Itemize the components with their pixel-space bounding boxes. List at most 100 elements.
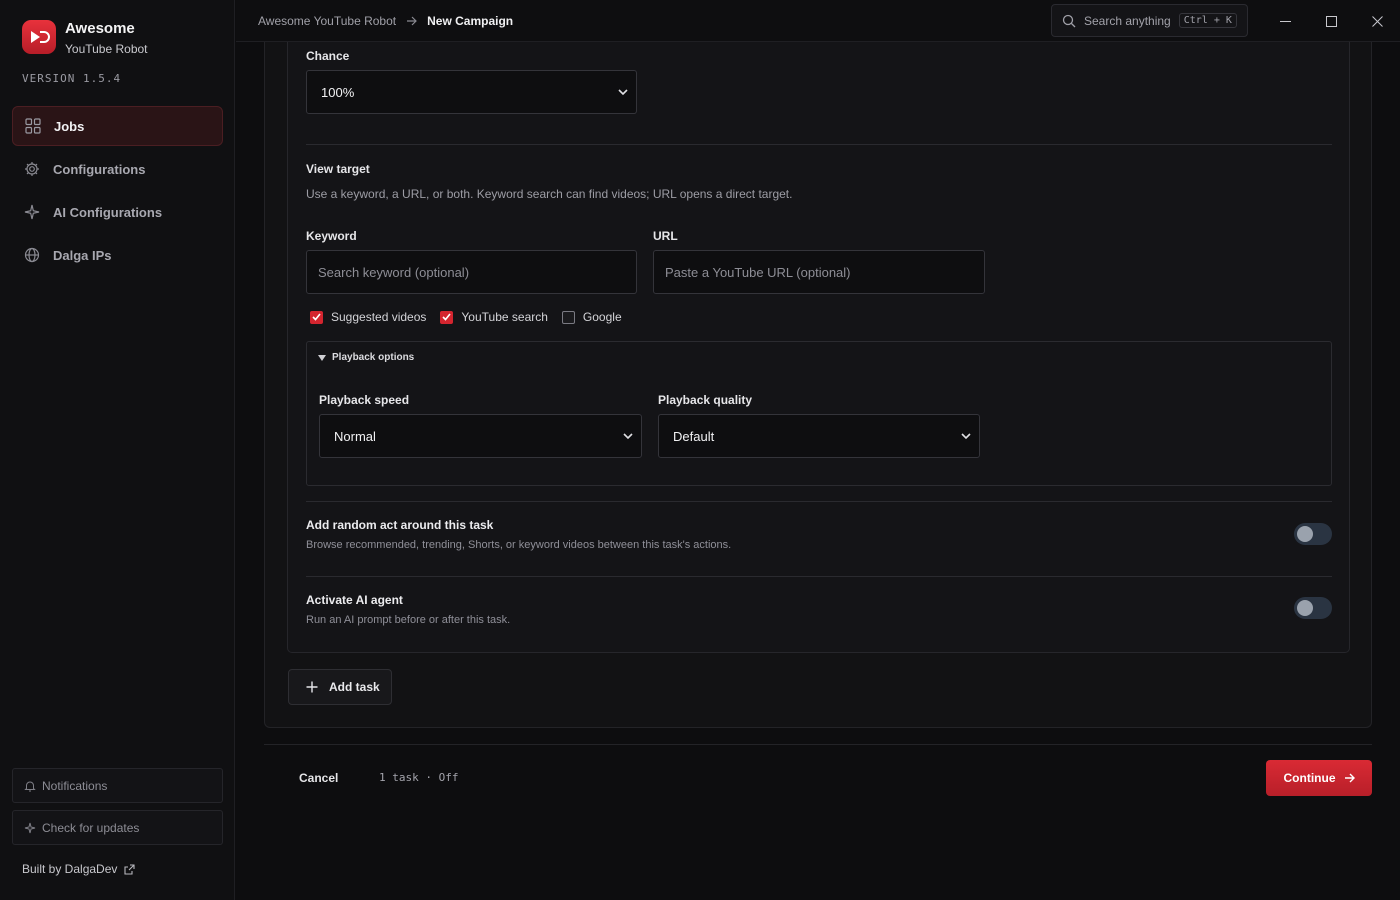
checkbox-youtube-search[interactable]: YouTube search	[440, 310, 548, 324]
sparkle-icon	[24, 822, 36, 834]
sidebar-item-label: AI Configurations	[53, 204, 163, 220]
ai-agent-title: Activate AI agent	[306, 593, 403, 607]
chevron-down-icon	[618, 88, 628, 96]
add-task-label: Add task	[329, 680, 380, 694]
external-link-icon	[124, 863, 135, 875]
checkbox-label: YouTube search	[461, 310, 548, 324]
minimize-button[interactable]	[1262, 0, 1308, 42]
check-updates-label: Check for updates	[42, 820, 140, 835]
sidebar-item-label: Jobs	[54, 118, 85, 134]
divider	[306, 501, 1332, 502]
sidebar-item-jobs[interactable]: Jobs	[12, 106, 223, 146]
playback-speed-select[interactable]: Normal	[319, 414, 642, 458]
keyword-input[interactable]: Search keyword (optional)	[306, 250, 637, 294]
plus-icon	[306, 681, 318, 693]
cancel-button[interactable]: Cancel	[299, 771, 338, 785]
search-placeholder: Search anything	[1084, 13, 1171, 28]
minimize-icon	[1279, 16, 1291, 27]
checkbox-unchecked-icon[interactable]	[561, 310, 575, 324]
url-label: URL	[653, 229, 678, 243]
sidebar: Awesome YouTube Robot VERSION 1.5.4 Jobs…	[0, 0, 235, 900]
task-panel: Chance 100% View target Use a keyword, a…	[287, 42, 1350, 653]
built-by-label: Built by DalgaDev	[22, 862, 118, 876]
breadcrumb-root[interactable]: Awesome YouTube Robot	[258, 14, 396, 28]
app-subtitle: YouTube Robot	[65, 42, 148, 56]
search-box[interactable]: Search anything Ctrl + K	[1051, 4, 1248, 37]
notifications-button[interactable]: Notifications	[12, 768, 223, 803]
playback-speed-value: Normal	[334, 428, 376, 444]
brand: Awesome YouTube Robot	[22, 20, 148, 58]
chevron-down-icon	[623, 432, 633, 440]
keyword-placeholder: Search keyword (optional)	[318, 264, 470, 280]
notifications-label: Notifications	[42, 778, 108, 793]
playback-options-panel: Playback options Playback speed Normal P…	[306, 341, 1332, 486]
continue-label: Continue	[1283, 771, 1336, 785]
view-target-hint: Use a keyword, a URL, or both. Keyword s…	[306, 187, 793, 201]
built-by-link[interactable]: Built by DalgaDev	[22, 862, 135, 876]
sidebar-item-dalga-ips[interactable]: Dalga IPs	[12, 235, 223, 275]
add-task-button[interactable]: Add task	[288, 669, 392, 705]
breadcrumb: Awesome YouTube Robot New Campaign	[258, 14, 513, 28]
ai-agent-toggle[interactable]	[1294, 597, 1332, 619]
checkbox-checked-icon[interactable]	[440, 310, 454, 324]
toggle-knob	[1297, 600, 1313, 616]
gear-icon	[24, 161, 40, 177]
ai-agent-description: Run an AI prompt before or after this ta…	[306, 614, 511, 626]
playback-quality-select[interactable]: Default	[658, 414, 980, 458]
divider	[306, 576, 1332, 577]
top-bar: Awesome YouTube Robot New Campaign Searc…	[236, 0, 1400, 42]
random-act-description: Browse recommended, trending, Shorts, or…	[306, 539, 732, 551]
chance-label: Chance	[306, 49, 350, 63]
campaign-card: Chance 100% View target Use a keyword, a…	[264, 42, 1372, 728]
playback-quality-label: Playback quality	[658, 393, 753, 407]
globe-icon	[24, 247, 40, 263]
search-shortcut: Ctrl + K	[1178, 13, 1237, 28]
footer-divider	[264, 744, 1372, 745]
caret-down-icon	[318, 354, 326, 361]
close-button[interactable]	[1354, 0, 1400, 42]
sidebar-item-ai-configurations[interactable]: AI Configurations	[12, 192, 223, 232]
playback-options-heading: Playback options	[332, 352, 415, 363]
random-act-toggle[interactable]	[1294, 523, 1332, 545]
checkbox-label: Google	[582, 310, 622, 324]
arrow-right-icon	[406, 16, 417, 26]
app-version: VERSION 1.5.4	[22, 72, 122, 85]
breadcrumb-current: New Campaign	[427, 14, 514, 28]
continue-button[interactable]: Continue	[1266, 760, 1372, 796]
app-title: Awesome	[65, 20, 135, 37]
chance-select[interactable]: 100%	[306, 70, 637, 114]
check-updates-button[interactable]: Check for updates	[12, 810, 223, 845]
sparkle-icon	[24, 204, 40, 220]
maximize-icon	[1325, 15, 1337, 27]
toggle-knob	[1297, 526, 1313, 542]
url-placeholder: Paste a YouTube URL (optional)	[665, 264, 851, 280]
close-icon	[1371, 15, 1383, 27]
arrow-right-icon	[1344, 773, 1355, 783]
url-input[interactable]: Paste a YouTube URL (optional)	[653, 250, 985, 294]
grid-icon	[25, 118, 41, 134]
chance-value: 100%	[321, 84, 355, 100]
checkbox-suggested-videos[interactable]: Suggested videos	[310, 310, 426, 324]
maximize-button[interactable]	[1308, 0, 1354, 42]
checkbox-google[interactable]: Google	[561, 310, 622, 324]
checkbox-label: Suggested videos	[331, 310, 427, 324]
bell-icon	[24, 780, 36, 792]
playback-quality-value: Default	[673, 428, 715, 444]
checkbox-checked-icon[interactable]	[310, 310, 323, 324]
playback-speed-label: Playback speed	[319, 393, 410, 407]
app-logo-icon	[22, 20, 56, 54]
app-window: Awesome YouTube Robot VERSION 1.5.4 Jobs…	[0, 0, 1400, 900]
source-checkboxes: Suggested videos YouTube search Google	[310, 310, 636, 324]
sidebar-item-label: Configurations	[53, 161, 146, 177]
view-target-title: View target	[306, 162, 370, 176]
sidebar-item-configurations[interactable]: Configurations	[12, 149, 223, 189]
keyword-label: Keyword	[306, 229, 357, 243]
random-act-title: Add random act around this task	[306, 518, 494, 532]
task-summary: 1 task · Off	[379, 771, 459, 784]
sidebar-nav: Jobs Configurations AI Configurations Da…	[12, 106, 223, 278]
playback-options-toggle[interactable]: Playback options	[318, 352, 414, 363]
sidebar-item-label: Dalga IPs	[53, 247, 112, 263]
chevron-down-icon	[961, 432, 971, 440]
divider	[306, 144, 1332, 145]
search-icon	[1062, 14, 1076, 28]
